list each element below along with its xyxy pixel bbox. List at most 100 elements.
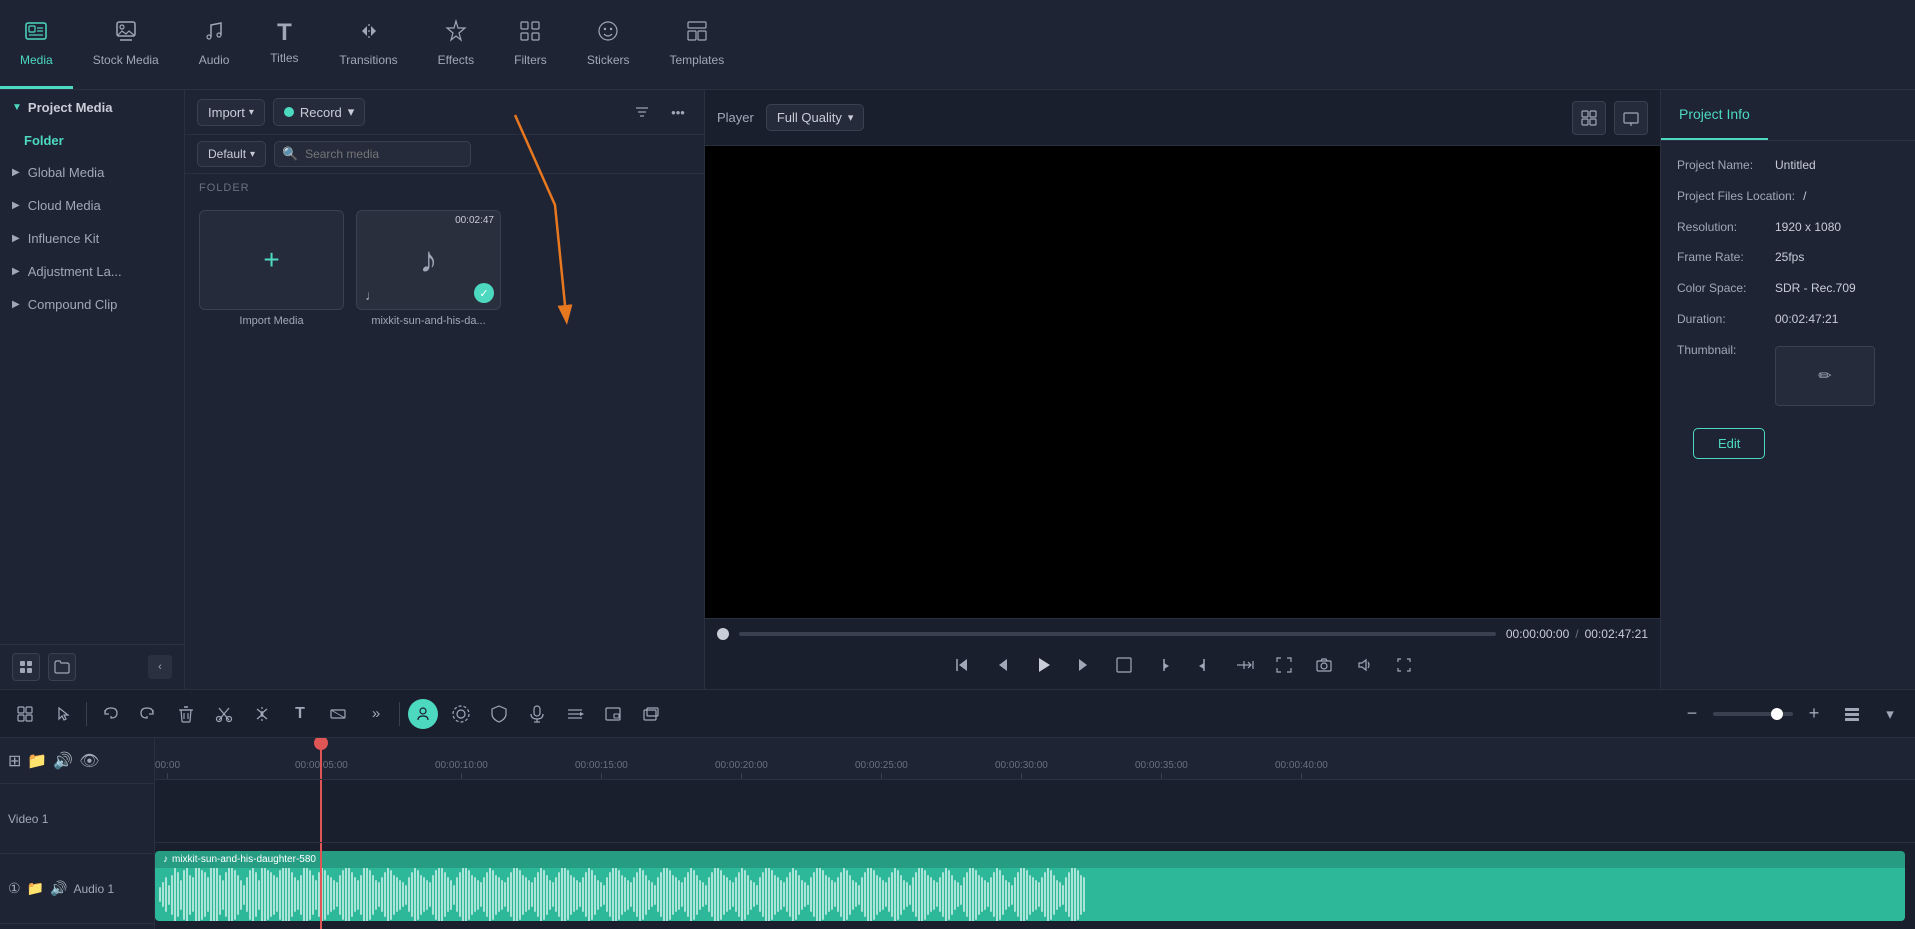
nav-transitions[interactable]: Transitions <box>319 0 417 89</box>
sidebar-header-project-media[interactable]: ▼ Project Media <box>0 90 184 125</box>
fullscreen-player-button[interactable] <box>1269 650 1299 680</box>
frame-back-button[interactable] <box>987 650 1017 680</box>
layout-toggle-btn[interactable]: ▾ <box>1875 699 1905 729</box>
waveform-bar <box>216 868 218 921</box>
sidebar-add-btn[interactable] <box>12 653 40 681</box>
waveform-bar <box>774 875 776 915</box>
ruler-label-2: 00:00:10:00 <box>435 760 488 771</box>
import-media-thumb[interactable]: + Import Media <box>199 210 344 327</box>
audio-clip-icon: ♪ <box>163 854 168 865</box>
grid-view-button[interactable] <box>1572 101 1606 135</box>
waveform-bar <box>819 868 821 921</box>
track-folder-icon[interactable]: 📁 <box>27 751 47 771</box>
edit-button[interactable]: Edit <box>1693 428 1765 459</box>
overlay-button[interactable] <box>636 699 666 729</box>
play-button[interactable] <box>1027 649 1059 681</box>
nav-stickers[interactable]: Stickers <box>567 0 650 89</box>
step-back-button[interactable] <box>947 650 977 680</box>
sidebar-item-compound-clip[interactable]: ▶ Compound Clip <box>0 288 184 321</box>
sidebar-item-adjustment-layer[interactable]: ▶ Adjustment La... <box>0 255 184 288</box>
audio-track-volume-icon[interactable]: 🔊 <box>50 880 67 897</box>
waveform-bar <box>189 875 191 915</box>
undo-button[interactable] <box>95 699 125 729</box>
redo-button[interactable] <box>133 699 163 729</box>
waveform-bar <box>342 870 344 920</box>
waveform-bar <box>384 872 386 917</box>
nav-titles[interactable]: T Titles <box>249 0 319 89</box>
layout-options-btn[interactable] <box>1837 699 1867 729</box>
filter-sort-button[interactable] <box>628 98 656 126</box>
audio-clip-name: mixkit-sun-and-his-daughter-580 <box>172 854 316 865</box>
audio-clip[interactable]: ♪ mixkit-sun-and-his-daughter-580 <box>155 851 1905 921</box>
nav-effects[interactable]: Effects <box>418 0 494 89</box>
ripple-btn[interactable] <box>446 699 476 729</box>
import-thumb-box[interactable]: + <box>199 210 344 310</box>
sidebar-folder-btn[interactable] <box>48 653 76 681</box>
sidebar-folder[interactable]: Folder <box>0 125 184 156</box>
cut-button[interactable] <box>209 699 239 729</box>
waveform-bar <box>726 877 728 912</box>
crop-button[interactable] <box>1109 650 1139 680</box>
waveform-bar <box>591 870 593 920</box>
record-button[interactable]: Record ▾ <box>273 98 365 126</box>
text-button[interactable]: T <box>285 699 315 729</box>
sidebar-item-cloud-media[interactable]: ▶ Cloud Media <box>0 189 184 222</box>
audio-media-thumb[interactable]: 00:02:47 ♪ ♩ ✓ mixkit-sun-and-his-da... <box>356 210 501 327</box>
waveform-bar <box>270 872 272 917</box>
playlist-btn[interactable] <box>560 699 590 729</box>
audio-track-folder-icon[interactable]: 📁 <box>27 880 44 897</box>
mic-button[interactable] <box>522 699 552 729</box>
frame-forward-button[interactable] <box>1069 650 1099 680</box>
zoom-out-button[interactable]: − <box>1677 699 1707 729</box>
quality-select[interactable]: Full Quality ▾ <box>766 104 865 131</box>
import-button[interactable]: Import ▾ <box>197 99 265 126</box>
audio-thumb-box[interactable]: 00:02:47 ♪ ♩ ✓ <box>356 210 501 310</box>
pip-button[interactable] <box>598 699 628 729</box>
nav-audio[interactable]: Audio <box>179 0 250 89</box>
waveform-bar <box>759 877 761 912</box>
nav-filters[interactable]: Filters <box>494 0 567 89</box>
playhead[interactable] <box>320 738 322 779</box>
waveform-bar <box>657 877 659 912</box>
track-speaker-icon[interactable]: 🔊 <box>53 751 73 771</box>
more-options-button[interactable]: ••• <box>664 98 692 126</box>
waveform-bar <box>249 870 251 920</box>
split-button[interactable] <box>247 699 277 729</box>
zoom-in-button[interactable]: + <box>1799 699 1829 729</box>
video-playhead <box>320 780 322 842</box>
shield-btn[interactable] <box>484 699 514 729</box>
screenshot-button[interactable] <box>1309 650 1339 680</box>
scale-button[interactable] <box>1389 650 1419 680</box>
fullscreen-button[interactable] <box>1614 101 1648 135</box>
default-dropdown[interactable]: Default ▾ <box>197 141 266 167</box>
zoom-track[interactable] <box>1713 712 1793 716</box>
waveform-bar <box>945 868 947 921</box>
nav-templates[interactable]: Templates <box>650 0 745 89</box>
nav-stock-media[interactable]: Stock Media <box>73 0 179 89</box>
waveform-bar <box>729 880 731 910</box>
mark-out-button[interactable] <box>1189 650 1219 680</box>
progress-track[interactable] <box>739 632 1496 636</box>
sidebar-collapse-btn[interactable]: ‹ <box>148 655 172 679</box>
insert-button[interactable] <box>1229 650 1259 680</box>
waveform-bar <box>999 870 1001 920</box>
mark-in-button[interactable] <box>1149 650 1179 680</box>
search-input[interactable] <box>274 141 471 167</box>
sidebar-item-influence-kit[interactable]: ▶ Influence Kit <box>0 222 184 255</box>
waveform-bar <box>201 870 203 920</box>
tab-project-info[interactable]: Project Info <box>1661 90 1768 140</box>
timeline-select-btn[interactable] <box>48 699 78 729</box>
audio-button[interactable] <box>1349 650 1379 680</box>
more-tools-btn[interactable]: » <box>361 699 391 729</box>
track-eye-icon[interactable]: 👁 <box>79 751 99 771</box>
player-progress-bar[interactable]: 00:00:00:00 / 00:02:47:21 <box>717 627 1648 641</box>
timeline-layout-btn[interactable] <box>10 699 40 729</box>
track-add-icon[interactable]: ⊞ <box>8 751 21 771</box>
main-character-btn[interactable] <box>408 699 438 729</box>
sidebar-item-global-media[interactable]: ▶ Global Media <box>0 156 184 189</box>
nav-media[interactable]: Media <box>0 0 73 89</box>
waveform-bar <box>996 868 998 921</box>
trim-button[interactable] <box>323 699 353 729</box>
delete-button[interactable] <box>171 699 201 729</box>
waveform-bar <box>234 870 236 920</box>
